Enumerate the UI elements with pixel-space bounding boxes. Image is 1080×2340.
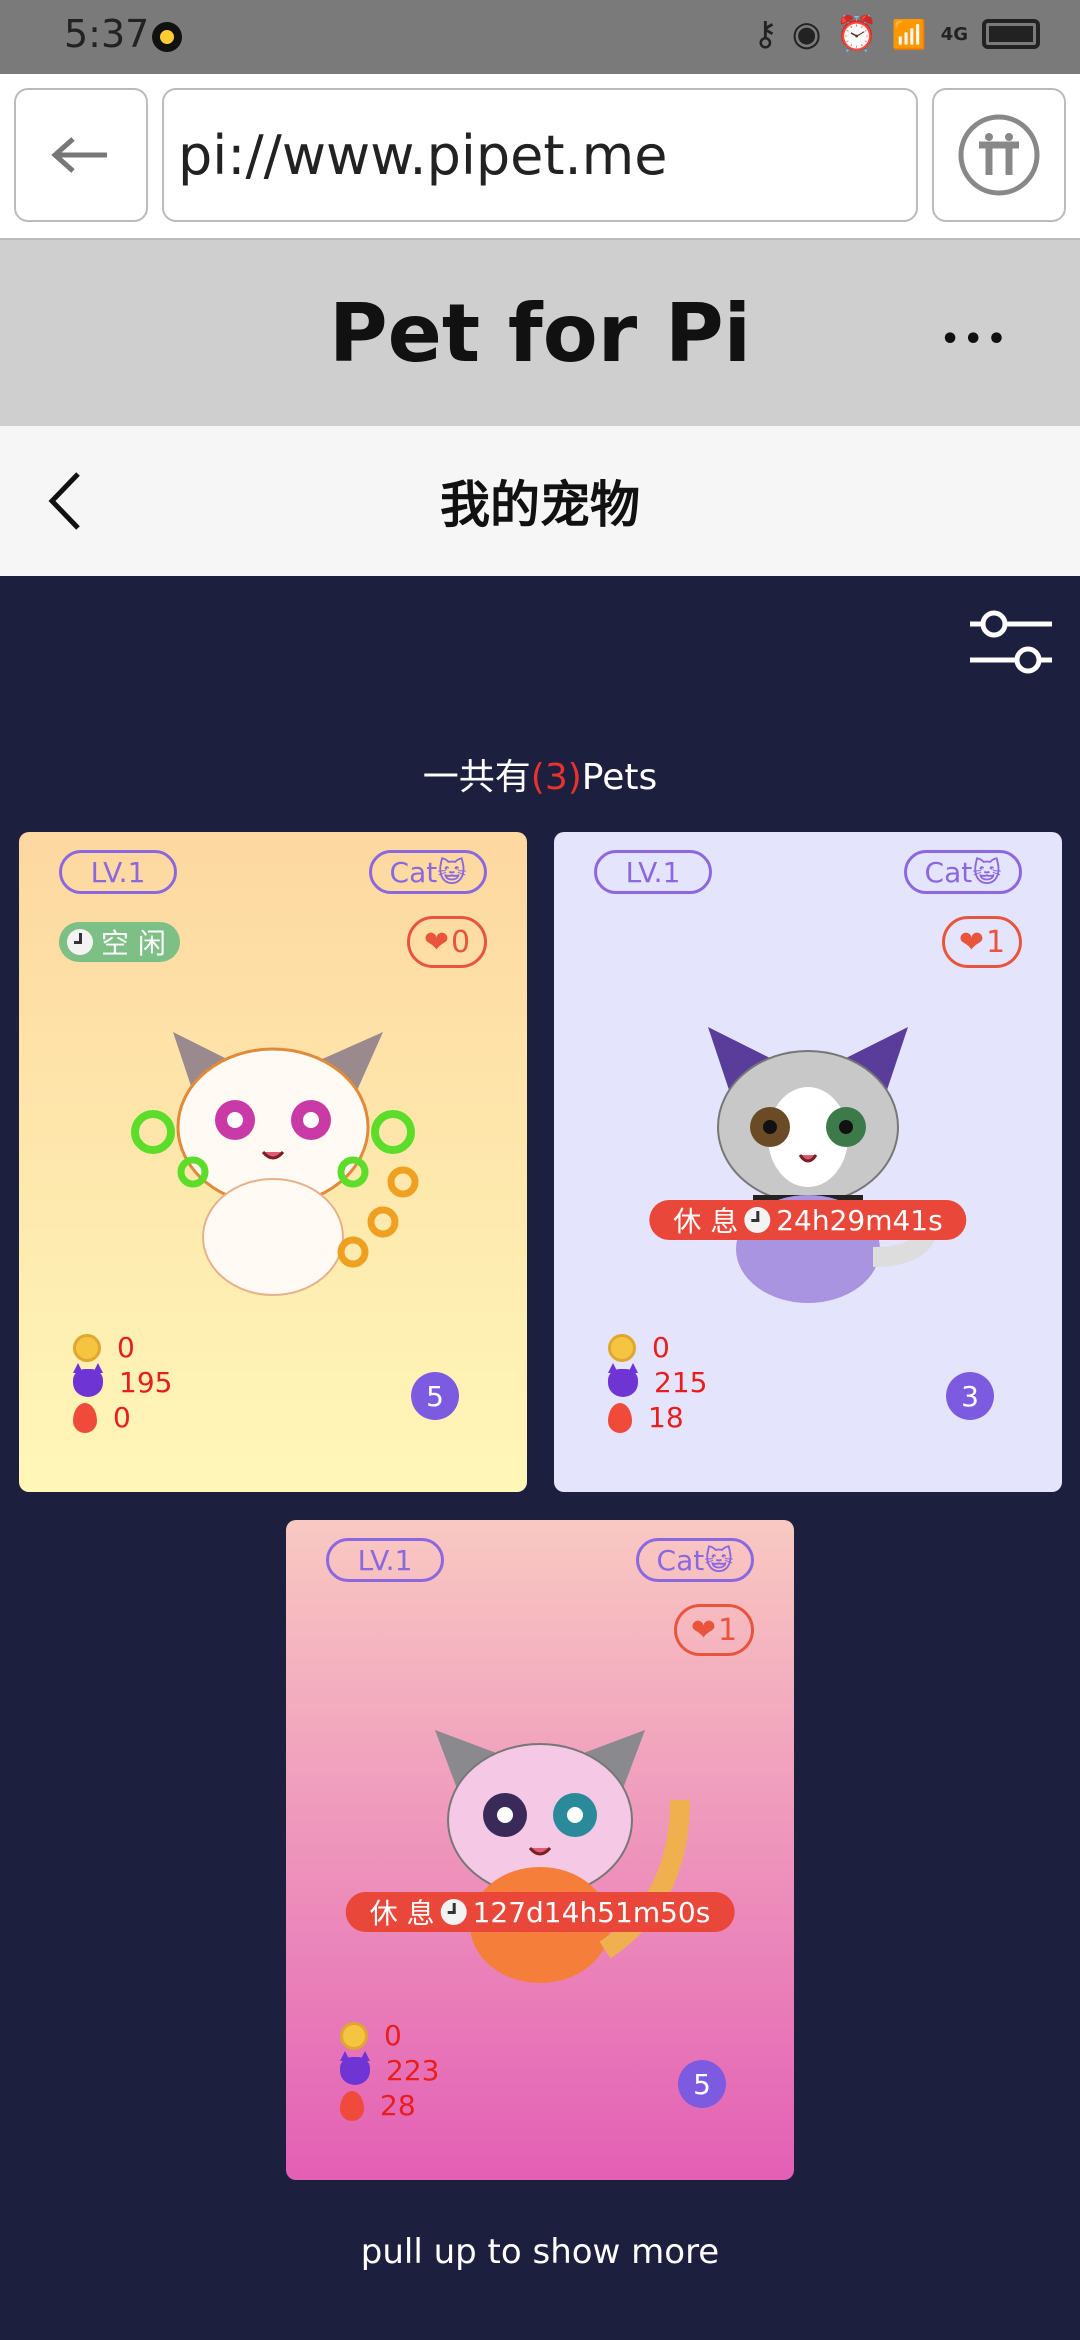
url-text: pi://www.pipet.me — [178, 123, 668, 187]
fire-icon — [340, 2090, 364, 2121]
level-tag: LV.1 — [326, 1538, 444, 1582]
coin-value: 0 — [652, 1331, 670, 1364]
cat-pet-image — [435, 1730, 690, 1983]
pet-number-badge: 5 — [411, 1372, 459, 1420]
battery-icon — [982, 19, 1040, 49]
fire-icon — [73, 1402, 97, 1433]
wifi-icon: 📶 — [891, 17, 927, 51]
app-header: Pet for Pi ••• — [0, 240, 1080, 426]
pet-type-tag: Cat😺 — [369, 850, 487, 894]
heart-icon: ❤ — [423, 924, 450, 960]
pet-total-count: (3) — [530, 757, 582, 798]
browser-back-button[interactable] — [14, 88, 148, 222]
power-value: 215 — [654, 1366, 708, 1399]
like-count: 1 — [986, 924, 1006, 960]
coin-icon — [340, 2021, 368, 2050]
heart-icon: ❤ — [690, 1612, 717, 1648]
energy-value: 18 — [648, 1401, 684, 1434]
pet-card[interactable]: LV.1 Cat😺 ❤ 1 休 息 24h29m41s 0 215 18 3 — [554, 832, 1062, 1492]
pet-card[interactable]: LV.1 Cat😺 ❤ 1 休 息 127d14h51m50s 0 223 28… — [286, 1520, 794, 2180]
url-field[interactable]: pi://www.pipet.me — [162, 88, 918, 222]
devil-icon — [608, 1362, 638, 1397]
power-value: 195 — [119, 1366, 173, 1399]
page-header: 我的宠物 — [0, 426, 1080, 576]
status-icons: ⚷ ◉ ⏰ 📶 4G — [753, 14, 1040, 54]
like-button[interactable]: ❤ 0 — [407, 916, 487, 968]
pet-stats: 0 223 28 — [340, 2018, 439, 2123]
level-tag: LV.1 — [59, 850, 177, 894]
pi-logo-icon — [958, 114, 1040, 196]
browser-bar: pi://www.pipet.me — [0, 74, 1080, 240]
heart-icon: ❤ — [958, 924, 985, 960]
chevron-left-icon[interactable] — [42, 466, 92, 536]
network-label: 4G — [940, 23, 968, 45]
cat-pet-image — [708, 1027, 940, 1303]
pet-type-tag: Cat😺 — [904, 850, 1022, 894]
energy-value: 0 — [113, 1401, 131, 1434]
filter-icon[interactable] — [966, 604, 1056, 678]
pet-card[interactable]: LV.1 Cat😺 空 闲 ❤ 0 0 195 0 5 — [19, 832, 527, 1492]
power-value: 223 — [386, 2054, 440, 2087]
alarm-icon: ⏰ — [835, 14, 878, 54]
coin-icon — [73, 1333, 101, 1362]
coin-value: 0 — [117, 1331, 135, 1364]
rest-timer-badge: 休 息 24h29m41s — [649, 1200, 967, 1240]
rest-time: 127d14h51m50s — [472, 1895, 711, 1929]
like-count: 0 — [451, 924, 471, 960]
pet-total-suffix: Pets — [581, 757, 658, 798]
status-time: 5:37 — [64, 12, 150, 56]
pet-number-badge: 5 — [678, 2060, 726, 2108]
rest-label: 休 息 — [369, 1897, 435, 1930]
pi-browser-button[interactable] — [932, 88, 1066, 222]
app-title: Pet for Pi — [328, 286, 752, 380]
devil-icon — [73, 1362, 103, 1397]
cat-pet-image — [131, 1032, 419, 1296]
more-menu-button[interactable]: ••• — [940, 322, 1010, 357]
pet-type-tag: Cat😺 — [636, 1538, 754, 1582]
eye-icon: ◉ — [791, 14, 822, 54]
key-icon: ⚷ — [752, 14, 778, 54]
status-bar: 5:37 ⚷ ◉ ⏰ 📶 4G — [0, 0, 1080, 74]
rest-label: 休 息 — [673, 1205, 739, 1238]
status-badge: 空 闲 — [59, 922, 180, 962]
coin-value: 0 — [384, 2019, 402, 2052]
clock-icon — [744, 1207, 771, 1233]
rest-timer-badge: 休 息 127d14h51m50s — [345, 1892, 735, 1932]
rest-time: 24h29m41s — [776, 1203, 943, 1237]
page-title: 我的宠物 — [440, 476, 640, 534]
clock-icon — [440, 1899, 467, 1925]
like-button[interactable]: ❤ 1 — [942, 916, 1022, 968]
like-count: 1 — [718, 1612, 738, 1648]
pet-total: 一共有(3)Pets — [0, 748, 1080, 800]
pet-number-badge: 3 — [946, 1372, 994, 1420]
app-notification-icon — [152, 22, 182, 52]
pet-total-prefix: 一共有 — [422, 757, 531, 798]
energy-value: 28 — [380, 2089, 416, 2122]
arrow-left-icon — [51, 137, 107, 173]
level-tag: LV.1 — [594, 850, 712, 894]
devil-icon — [340, 2050, 370, 2085]
pet-stats: 0 195 0 — [73, 1330, 172, 1435]
pull-to-load-more: pull up to show more — [360, 2232, 720, 2272]
status-label: 空 闲 — [101, 927, 166, 960]
fire-icon — [608, 1402, 632, 1433]
pet-stats: 0 215 18 — [608, 1330, 707, 1435]
coin-icon — [608, 1333, 636, 1362]
like-button[interactable]: ❤ 1 — [674, 1604, 754, 1656]
clock-icon — [67, 929, 93, 955]
